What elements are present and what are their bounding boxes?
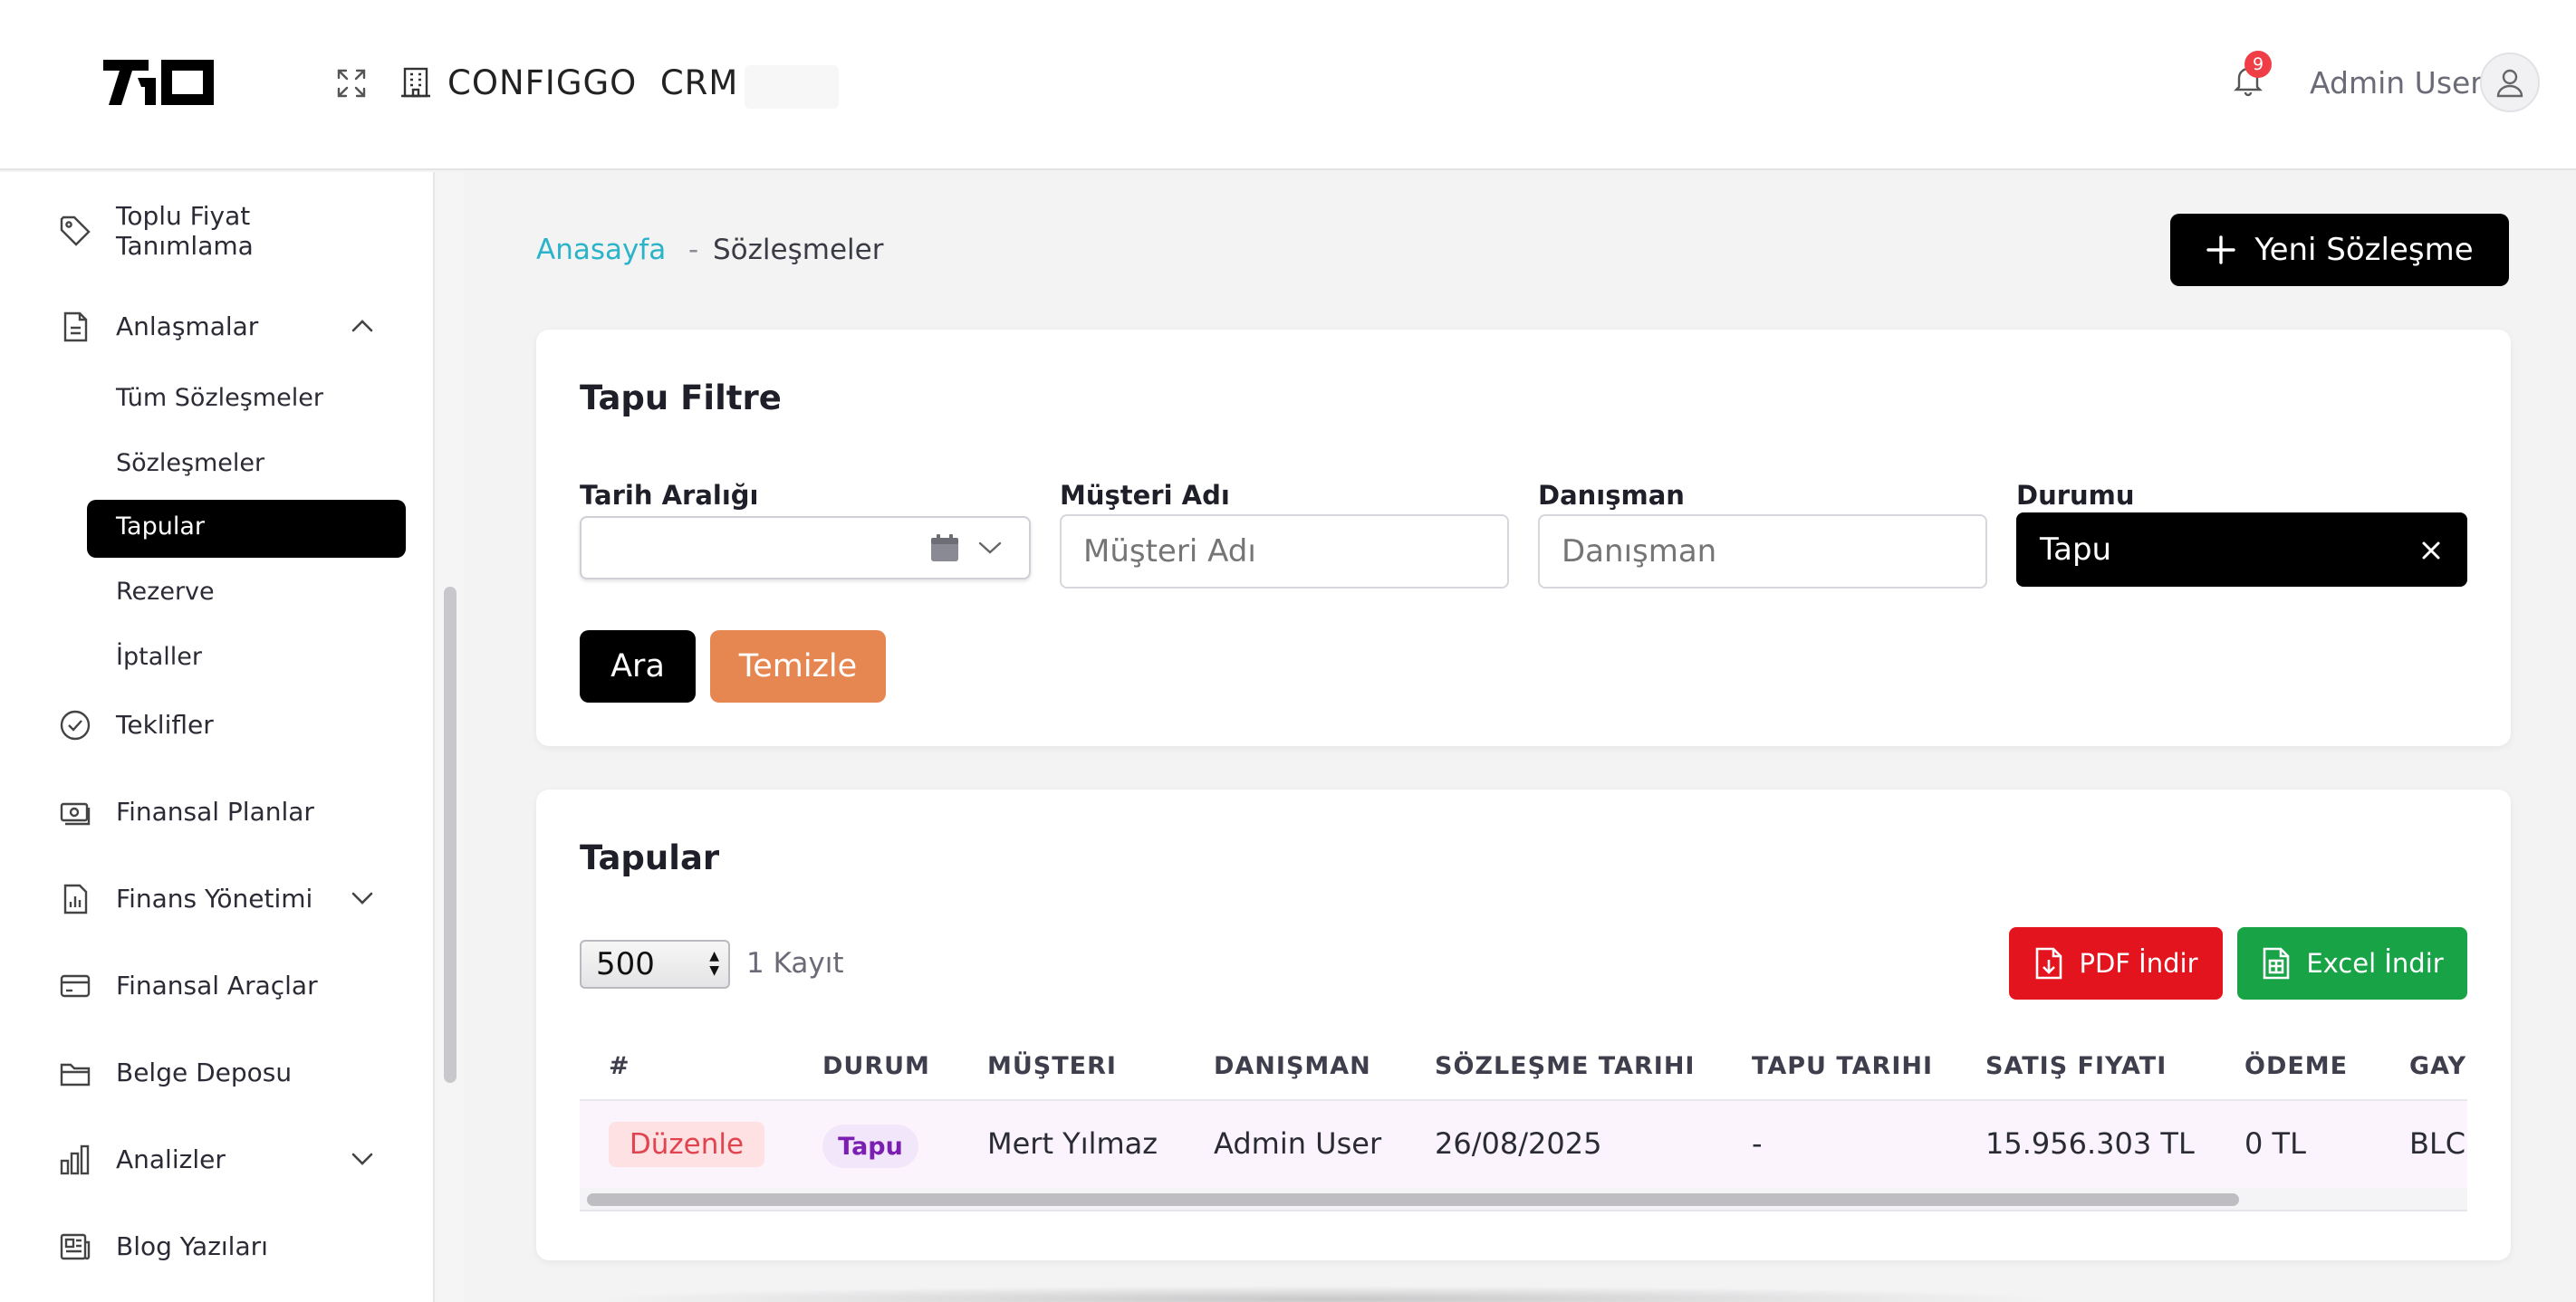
document-icon [63,311,88,342]
check-circle-icon [60,710,91,741]
column-header-property[interactable]: GAY [2409,1052,2466,1080]
sidebar-subitem-contracts[interactable]: Sözleşmeler [116,449,264,477]
sidebar-subitem-all-contracts[interactable]: Tüm Sözleşmeler [116,384,323,412]
sidebar-item-label: Finansal Araçlar [116,971,318,1000]
sidebar-item-offers[interactable]: Teklifler [0,703,426,748]
column-header-sale-price[interactable]: SATIŞ FIYATI [1985,1052,2167,1080]
advisor-input[interactable] [1538,514,1987,589]
sidebar-item-financial-tools[interactable]: Finansal Araçlar [0,963,426,1009]
sidebar-item-finance-management[interactable]: Finans Yönetimi [0,876,426,922]
deeds-table-card: Tapular 500 ▲ ▼ 1 Kayıt PDF İndir Excel İ… [536,790,2511,1260]
column-header-deed-date[interactable]: TAPU TARIHI [1752,1052,1933,1080]
column-header-payment[interactable]: ÖDEME [2244,1052,2348,1080]
date-range-label: Tarih Aralığı [580,480,759,511]
money-icon [60,802,91,826]
sidebar-scrollbar-thumb[interactable] [444,587,457,1083]
report-icon [63,884,88,914]
sidebar-item-financial-plans[interactable]: Finansal Planlar [0,790,426,835]
cell-contract-date: 26/08/2025 [1435,1126,1602,1161]
sidebar-item-document-storage[interactable]: Belge Deposu [0,1050,426,1096]
status-badge: Tapu [822,1125,918,1168]
column-header-index[interactable]: # [609,1052,630,1080]
sidebar-subitem-deeds-label[interactable]: Tapular [116,512,205,541]
sidebar-item-blog-posts[interactable]: Blog Yazıları [0,1224,426,1269]
sidebar-item-label: Anlaşmalar [116,311,259,341]
user-name[interactable]: Admin User [2310,65,2483,101]
customer-name-label: Müşteri Adı [1060,480,1230,511]
chevron-down-icon [978,541,1002,554]
sidebar-subitem-reserve[interactable]: Rezerve [116,578,215,606]
filter-card-title: Tapu Filtre [580,378,782,417]
sidebar-subitem-cancellations[interactable]: İptaller [116,643,202,671]
chevron-down-icon[interactable] [348,884,377,913]
data-table: # DURUM MÜŞTERI DANIŞMAN SÖZLEŞME TARIHI… [536,790,2467,1224]
sidebar: Toplu Fiyat Tanımlama Anlaşmalar Tüm Söz… [0,172,435,1302]
column-header-contract-date[interactable]: SÖZLEŞME TARIHI [1435,1052,1695,1080]
filter-card: Tapu Filtre Tarih Aralığı Müşteri Adı Da… [536,330,2511,746]
column-header-status[interactable]: DURUM [822,1052,930,1080]
card-icon [60,974,91,998]
cell-advisor: Admin User [1214,1126,1382,1161]
bar-chart-icon [60,1144,90,1175]
sidebar-item-label: Teklifler [116,710,214,740]
user-avatar[interactable] [2480,53,2540,112]
top-header: CONFIGGO CRM 9 Admin User [0,0,2576,170]
cell-deed-date: - [1752,1126,1763,1161]
fullscreen-expand-icon[interactable] [335,67,368,100]
date-range-picker[interactable] [580,516,1031,579]
building-icon [401,67,430,98]
new-contract-button[interactable]: Yeni Sözleşme [2170,214,2509,286]
search-button[interactable]: Ara [580,630,696,703]
sidebar-item-label: Finans Yönetimi [116,884,313,914]
table-horizontal-scrollbar-thumb[interactable] [587,1193,2239,1206]
breadcrumb-current: Sözleşmeler [713,234,884,266]
sidebar-item-bulk-pricing[interactable]: Toplu Fiyat Tanımlama [0,199,426,263]
sidebar-item-label: Toplu Fiyat Tanımlama [116,201,254,261]
clear-selection-icon[interactable] [2420,540,2442,561]
chevron-down-icon[interactable] [348,1144,377,1173]
chevron-up-icon[interactable] [348,311,377,340]
cell-payment: 0 TL [2244,1126,2306,1161]
status-select-value: Tapu [2040,531,2112,568]
clear-filters-button[interactable]: Temizle [710,630,886,703]
company-logo[interactable] [101,56,216,109]
breadcrumb-separator: - [688,234,699,266]
sidebar-item-label: Belge Deposu [116,1058,293,1087]
plus-icon [2206,235,2236,264]
calendar-icon [931,534,958,561]
sidebar-item-analytics[interactable]: Analizler [0,1137,426,1182]
sidebar-item-agreements[interactable]: Anlaşmalar [0,304,426,349]
edit-row-button[interactable]: Düzenle [609,1122,764,1167]
new-contract-button-label: Yeni Sözleşme [2254,232,2474,268]
customer-name-input[interactable] [1060,514,1509,589]
tag-icon [60,215,91,246]
redacted-region [745,65,839,109]
notification-count-badge[interactable]: 9 [2244,51,2272,78]
user-icon [2496,69,2523,98]
advisor-label: Danışman [1538,480,1685,511]
sidebar-item-label: Blog Yazıları [116,1231,268,1261]
status-label: Durumu [2016,480,2135,511]
next-card-shadow [580,1286,2065,1302]
sidebar-item-label: Finansal Planlar [116,797,314,827]
breadcrumb-home-link[interactable]: Anasayfa [536,234,666,266]
column-header-advisor[interactable]: DANIŞMAN [1214,1052,1371,1080]
column-header-customer[interactable]: MÜŞTERI [987,1052,1117,1080]
newspaper-icon [60,1233,91,1260]
folder-icon [60,1063,91,1087]
cell-property: BLC [2409,1126,2466,1161]
app-title: CONFIGGO CRM [447,63,739,102]
cell-sale-price: 15.956.303 TL [1985,1126,2195,1161]
status-select[interactable]: Tapu [2016,512,2467,587]
sidebar-item-label: Analizler [116,1144,226,1174]
cell-customer: Mert Yılmaz [987,1126,1158,1161]
